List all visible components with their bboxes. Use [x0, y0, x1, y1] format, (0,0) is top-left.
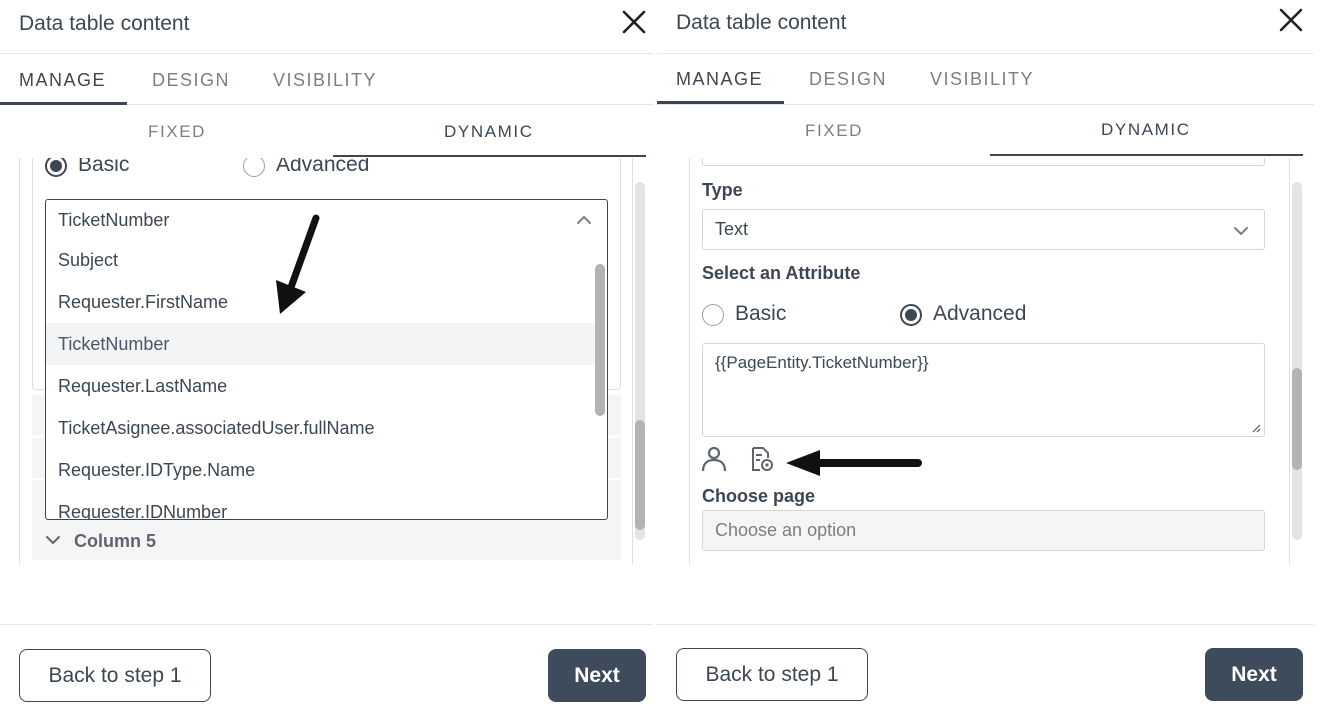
back-to-step-1-button[interactable]: Back to step 1: [19, 649, 211, 702]
back-to-step-1-button[interactable]: Back to step 1: [676, 648, 868, 701]
expression-value: {{PageEntity.TicketNumber}}: [715, 353, 929, 372]
radio-advanced-label: Advanced: [276, 158, 370, 176]
radio-basic-label: Basic: [735, 302, 787, 325]
footer-divider: [0, 624, 657, 625]
close-icon: [1279, 8, 1303, 32]
radio-advanced-label: Advanced: [933, 302, 1027, 325]
attribute-dropdown[interactable]: TicketNumber Subject Requester.FirstName…: [45, 199, 608, 520]
scroll-content: Column 5 Basic Advanced TicketNumber Sub…: [0, 158, 657, 564]
chevron-down-icon[interactable]: [45, 532, 61, 548]
resize-grip-icon[interactable]: [1251, 423, 1261, 433]
radio-basic-label: Basic: [78, 158, 130, 176]
footer-divider: [657, 624, 1314, 625]
tab-active-indicator: [657, 101, 784, 104]
type-label: Type: [702, 180, 743, 200]
scroll-content: Type Text Select an Attribute Basic Adva…: [657, 158, 1314, 564]
user-icon[interactable]: [700, 445, 728, 473]
dropdown-option[interactable]: Requester.IDType.Name: [46, 449, 595, 491]
tabs-divider: [657, 104, 1314, 105]
tab-design[interactable]: DESIGN: [809, 69, 887, 90]
select-attribute-label: Select an Attribute: [702, 263, 861, 283]
dropdown-selected-value: TicketNumber: [58, 210, 170, 230]
data-table-content-panel-left: Data table content MANAGE DESIGN VISIBIL…: [0, 0, 657, 721]
dropdown-option[interactable]: TicketAsignee.associatedUser.fullName: [46, 407, 595, 449]
subtab-active-indicator: [333, 155, 646, 157]
panel-title: Data table content: [19, 12, 190, 35]
data-table-content-panel-right: Data table content MANAGE DESIGN VISIBIL…: [657, 0, 1314, 721]
tab-visibility[interactable]: VISIBILITY: [930, 69, 1034, 90]
dropdown-option[interactable]: Requester.IDNumber: [46, 491, 595, 519]
column-5-label: Column 5: [74, 531, 157, 551]
dropdown-option[interactable]: Requester.LastName: [46, 365, 595, 407]
panel-title: Data table content: [676, 11, 847, 34]
subtab-dynamic[interactable]: DYNAMIC: [444, 122, 534, 142]
tab-manage[interactable]: MANAGE: [676, 69, 763, 90]
panel-scrollbar-track[interactable]: [1292, 182, 1302, 540]
type-select-value: Text: [715, 219, 749, 239]
tab-visibility[interactable]: VISIBILITY: [273, 70, 377, 91]
next-button[interactable]: Next: [1205, 648, 1303, 701]
close-button[interactable]: [1277, 6, 1305, 34]
tab-design[interactable]: DESIGN: [152, 70, 230, 91]
tab-active-indicator: [0, 102, 127, 105]
tab-manage[interactable]: MANAGE: [19, 70, 106, 91]
type-select[interactable]: Text: [702, 209, 1265, 250]
subtab-fixed[interactable]: FIXED: [805, 121, 863, 141]
content-border-right: [632, 158, 633, 564]
panel-scrollbar-thumb[interactable]: [1292, 368, 1302, 470]
chevron-up-icon[interactable]: [575, 211, 593, 229]
subtab-active-indicator: [990, 154, 1303, 156]
document-settings-icon[interactable]: [748, 445, 776, 473]
choose-page-placeholder: Choose an option: [715, 520, 857, 540]
radio-advanced[interactable]: [900, 304, 922, 326]
subtab-fixed[interactable]: FIXED: [148, 122, 206, 142]
close-icon: [622, 10, 646, 34]
content-border-right: [1289, 158, 1290, 564]
content-border-left: [689, 158, 690, 564]
radio-basic[interactable]: [702, 304, 724, 326]
chevron-down-icon: [1234, 227, 1248, 236]
arrow-annotation-icon: [786, 450, 922, 476]
subtab-dynamic[interactable]: DYNAMIC: [1101, 120, 1191, 140]
choose-page-select[interactable]: Choose an option: [702, 510, 1265, 551]
content-border-left: [19, 158, 20, 564]
previous-field-box[interactable]: [702, 158, 1265, 166]
expression-textarea[interactable]: {{PageEntity.TicketNumber}}: [702, 343, 1265, 437]
dropdown-option-highlighted[interactable]: TicketNumber: [46, 323, 595, 365]
panel-scrollbar-thumb[interactable]: [635, 420, 645, 530]
close-button[interactable]: [620, 8, 648, 36]
choose-page-label: Choose page: [702, 486, 816, 506]
header-divider: [657, 53, 1314, 54]
dropdown-scrollbar[interactable]: [595, 264, 605, 416]
header-divider: [0, 53, 657, 54]
next-button[interactable]: Next: [548, 649, 646, 702]
arrow-annotation-icon: [276, 214, 320, 314]
